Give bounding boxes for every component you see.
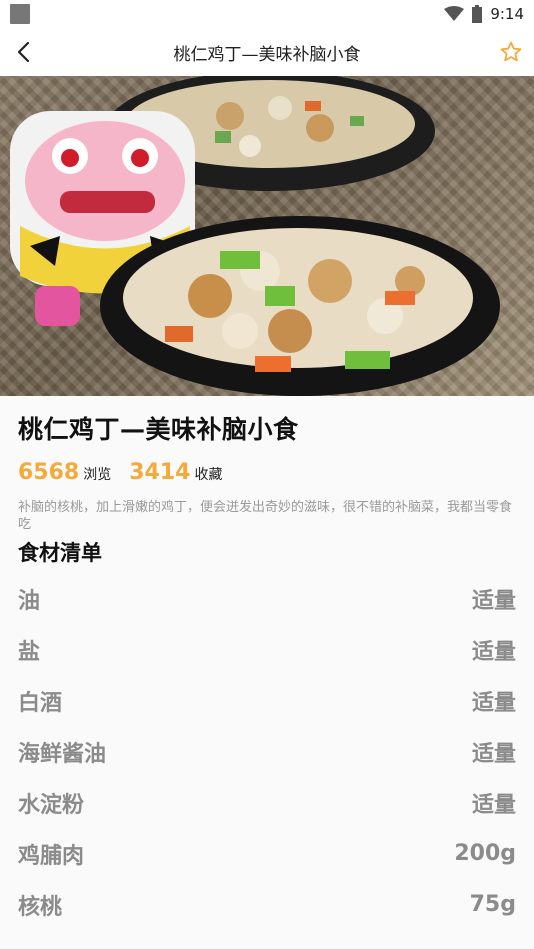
- ingredient-name: 海鲜酱油: [18, 741, 107, 767]
- ingredient-amount: 适量: [471, 792, 516, 818]
- ingredients-title: 食材清单: [18, 541, 102, 565]
- back-button[interactable]: [8, 36, 40, 68]
- ingredient-amount: 适量: [471, 639, 516, 665]
- wifi-icon: [444, 6, 465, 21]
- ingredient-row: 白酒 适量: [18, 675, 516, 726]
- ingredient-row: 油 适量: [18, 573, 516, 624]
- views-count: 6568: [18, 460, 80, 485]
- ingredient-name: 盐: [18, 639, 41, 665]
- ingredient-name: 水淀粉: [18, 792, 85, 818]
- ingredient-amount: 200g: [454, 841, 516, 866]
- ingredient-row: 海鲜酱油 适量: [18, 726, 516, 777]
- ingredient-name: 核桃: [18, 894, 63, 920]
- recipe-description: 补脑的核桃，加上滑嫩的鸡丁，便会迸发出奇妙的滋味，很不错的补脑菜，我都当零食吃: [18, 500, 513, 532]
- ingredient-amount: 适量: [471, 588, 516, 614]
- favorites-count: 3414: [129, 460, 191, 485]
- favorites-stat: 3414 收藏: [129, 460, 222, 485]
- recipe-title: 桃仁鸡丁—美味补脑小食: [18, 415, 299, 444]
- ingredient-name: 白酒: [18, 690, 63, 716]
- ingredient-row: 鸡脯肉 200g: [18, 828, 516, 879]
- ingredient-list: 油 适量 盐 适量 白酒 适量 海鲜酱油 适量 水淀粉 适量 鸡脯肉 200g …: [18, 573, 516, 930]
- ingredient-amount: 适量: [471, 690, 516, 716]
- ingredient-amount: 75g: [469, 892, 516, 917]
- status-time: 9:14: [490, 5, 524, 23]
- star-icon: [500, 41, 522, 62]
- favorite-button[interactable]: [494, 35, 528, 69]
- ingredient-row: 核桃 75g: [18, 879, 516, 930]
- recipe-stats: 6568 浏览 3414 收藏: [18, 460, 516, 485]
- favorites-label: 收藏: [194, 467, 223, 483]
- chevron-left-icon: [17, 41, 30, 63]
- views-label: 浏览: [83, 467, 112, 483]
- ingredient-amount: 适量: [471, 741, 516, 767]
- status-bar: 9:14: [0, 0, 534, 28]
- notification-icon: [10, 4, 30, 24]
- page-title: 桃仁鸡丁—美味补脑小食: [173, 44, 361, 65]
- food-illustration: [10, 76, 500, 396]
- ingredient-row: 水淀粉 适量: [18, 777, 516, 828]
- recipe-photo: [0, 76, 534, 396]
- views-stat: 6568 浏览: [18, 460, 111, 485]
- battery-icon: [472, 5, 483, 23]
- ingredient-row: 盐 适量: [18, 624, 516, 675]
- recipe-content: 桃仁鸡丁—美味补脑小食 6568 浏览 3414 收藏 补脑的核桃，加上滑嫩的鸡…: [0, 410, 534, 930]
- ingredient-name: 油: [18, 588, 41, 614]
- ingredient-name: 鸡脯肉: [18, 843, 85, 869]
- app-bar: 桃仁鸡丁—美味补脑小食: [0, 28, 534, 76]
